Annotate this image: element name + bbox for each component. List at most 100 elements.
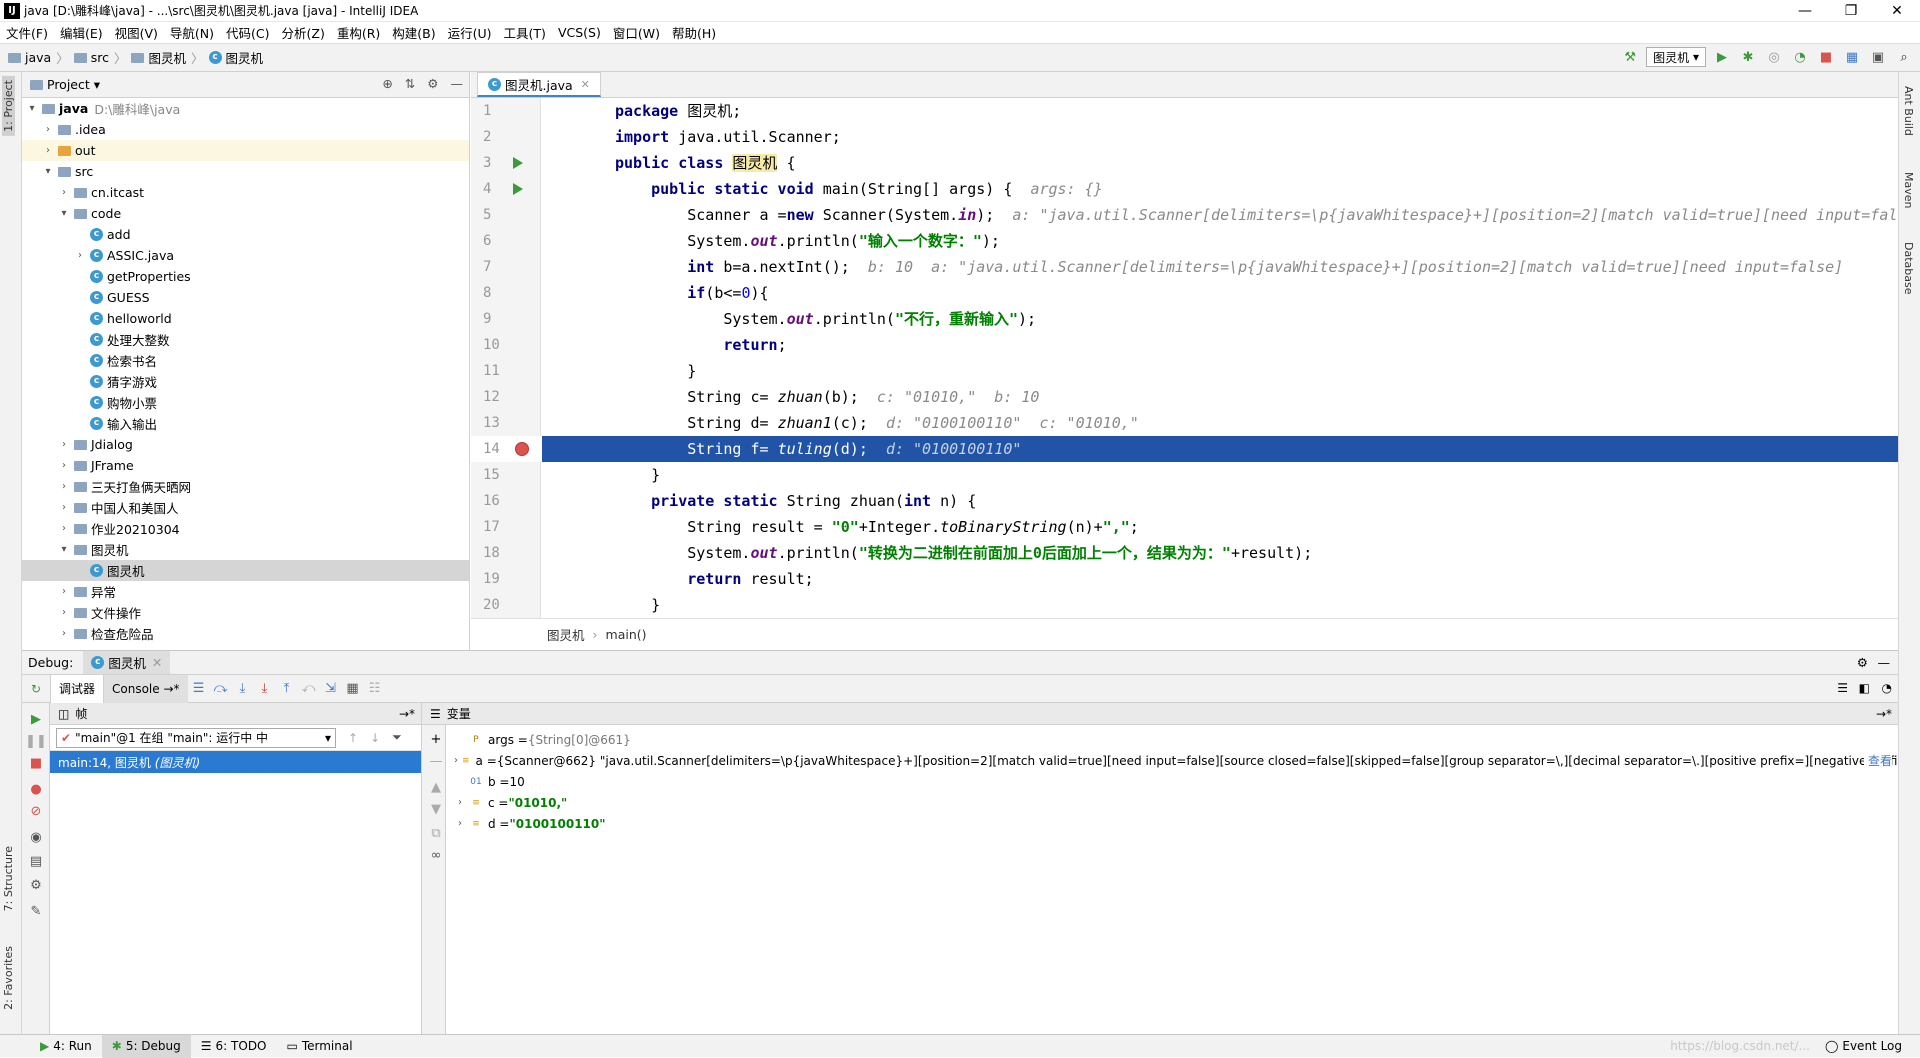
glasses-icon[interactable]: ∞: [426, 845, 446, 865]
tree-item[interactable]: › 检查危险品: [22, 623, 469, 644]
pause-icon[interactable]: ❚❚: [25, 731, 47, 751]
debug-bug-icon[interactable]: ✱: [1738, 47, 1758, 67]
line-gutter[interactable]: 1 2 3 4 5 6 7 8 9 10 11 12 13 14 15 16 1…: [471, 98, 541, 618]
project-header-label[interactable]: Project: [47, 77, 90, 92]
close-icon[interactable]: ✕: [1874, 0, 1920, 22]
database-side-tab[interactable]: Database: [1902, 242, 1915, 295]
chevron-right-icon[interactable]: ›: [58, 607, 70, 618]
favorites-side-tab[interactable]: 2: Favorites: [2, 942, 15, 1014]
chevron-right-icon[interactable]: ›: [58, 523, 70, 534]
run-config-select[interactable]: 图灵机 ▾: [1646, 47, 1706, 67]
rerun-icon[interactable]: ↻: [22, 675, 50, 703]
variable-row[interactable]: 01 b = 10: [446, 771, 1898, 792]
thread-select[interactable]: ✔ "main"@1 在组 "main": 运行中 中 ▾: [56, 727, 336, 748]
tree-item[interactable]: › JFrame: [22, 455, 469, 476]
stop-icon[interactable]: ■: [26, 753, 46, 773]
run-gutter-icon[interactable]: [513, 183, 523, 195]
menu-help[interactable]: 帮助(H): [666, 23, 722, 42]
hide-icon[interactable]: —: [451, 76, 464, 91]
profile-icon[interactable]: ◔: [1790, 47, 1810, 67]
menu-code[interactable]: 代码(C): [220, 23, 275, 42]
menu-tools[interactable]: 工具(T): [498, 23, 552, 42]
mute-breakpoints-icon[interactable]: ⊘: [26, 801, 46, 821]
filter-icon[interactable]: ⏷: [392, 730, 402, 745]
tree-item[interactable]: › .idea: [22, 119, 469, 140]
variable-row[interactable]: › ≡ a = {Scanner@662} "java.util.Scanner[d…: [446, 750, 1898, 771]
duplicate-icon[interactable]: ⧉: [426, 823, 446, 843]
add-watch-icon[interactable]: +: [426, 729, 446, 749]
step-out-icon[interactable]: ⤒: [276, 678, 298, 700]
show-execution-point-icon[interactable]: ☰: [188, 678, 210, 700]
trace-icon[interactable]: ☷: [364, 678, 386, 700]
chevron-right-icon[interactable]: ›: [58, 628, 70, 639]
debug-tool-tab[interactable]: ✱ 5: Debug: [101, 1034, 191, 1058]
pane-options-icon[interactable]: →*: [399, 707, 415, 721]
memory-icon[interactable]: ◔: [1882, 681, 1892, 695]
menu-file[interactable]: 文件(F): [0, 23, 54, 42]
run-gutter-icon[interactable]: [513, 157, 523, 169]
chevron-right-icon[interactable]: ›: [42, 124, 54, 135]
tree-item[interactable]: c GUESS: [22, 287, 469, 308]
collapse-icon[interactable]: ⇅: [405, 76, 415, 91]
tab-console[interactable]: Console →*: [104, 674, 188, 703]
tree-item[interactable]: c 猜字游戏: [22, 371, 469, 392]
stop-icon[interactable]: ■: [1816, 47, 1836, 67]
menu-refactor[interactable]: 重构(R): [331, 23, 386, 42]
maven-side-tab[interactable]: Maven: [1902, 172, 1915, 208]
force-step-into-icon[interactable]: ⤓: [254, 678, 276, 700]
tree-item[interactable]: c 图灵机: [22, 560, 469, 581]
project-side-tab[interactable]: 1: Project: [2, 76, 15, 136]
camera-icon[interactable]: ◉: [26, 827, 46, 847]
view-breakpoints-icon[interactable]: ●: [26, 779, 46, 799]
coverage-icon[interactable]: ◎: [1764, 47, 1784, 67]
run-to-cursor-icon[interactable]: ⇲: [320, 678, 342, 700]
chevron-down-icon[interactable]: ▾: [26, 103, 38, 114]
tree-item[interactable]: › Jdialog: [22, 434, 469, 455]
resume-icon[interactable]: ▶: [26, 709, 46, 729]
tree-item[interactable]: c add: [22, 224, 469, 245]
menu-window[interactable]: 窗口(W): [607, 23, 666, 42]
layout-icon[interactable]: ▤: [26, 851, 46, 871]
maximize-icon[interactable]: ❐: [1828, 0, 1874, 22]
settings-gear-icon[interactable]: ⚙: [26, 875, 46, 895]
up-arrow-icon[interactable]: ↑: [348, 731, 358, 745]
tree-item[interactable]: › 三天打鱼俩天晒网: [22, 476, 469, 497]
chevron-down-icon[interactable]: ▾: [58, 544, 70, 555]
restore-layout-icon[interactable]: ◧: [1859, 681, 1870, 695]
menu-view[interactable]: 视图(V): [109, 23, 164, 42]
breadcrumb-method[interactable]: main(): [606, 627, 647, 642]
step-over-icon[interactable]: ⤼: [210, 678, 232, 700]
down-arrow-icon[interactable]: ↓: [370, 731, 380, 745]
menu-navigate[interactable]: 导航(N): [164, 23, 220, 42]
tree-item[interactable]: ▾ java D:\雕科峰\java: [22, 98, 469, 119]
chevron-right-icon[interactable]: ›: [58, 481, 70, 492]
debug-session-tab[interactable]: c 图灵机 ✕: [83, 651, 171, 674]
layout-icon[interactable]: ▣: [1868, 47, 1888, 67]
chevron-right-icon[interactable]: ›: [74, 250, 86, 261]
close-session-icon[interactable]: ✕: [152, 655, 162, 670]
evaluate-expression-icon[interactable]: ▦: [342, 678, 364, 700]
view-link[interactable]: 查看: [1863, 752, 1892, 769]
menu-edit[interactable]: 编辑(E): [54, 23, 109, 42]
run-icon[interactable]: ▶: [1712, 47, 1732, 67]
crumb-package[interactable]: 图灵机: [148, 48, 186, 67]
tree-item[interactable]: › 作业20210304: [22, 518, 469, 539]
menu-run[interactable]: 运行(U): [442, 23, 498, 42]
chevron-right-icon[interactable]: ›: [58, 439, 70, 450]
search-icon[interactable]: ⌕: [1894, 47, 1914, 67]
chevron-right-icon[interactable]: ›: [58, 460, 70, 471]
todo-tool-tab[interactable]: ☰ 6: TODO: [191, 1035, 277, 1058]
terminal-tool-tab[interactable]: ▭ Terminal: [277, 1035, 363, 1058]
tree-item[interactable]: › 异常: [22, 581, 469, 602]
chevron-right-icon[interactable]: ›: [58, 187, 70, 198]
close-tab-icon[interactable]: ✕: [581, 78, 590, 91]
chevron-right-icon[interactable]: ›: [58, 586, 70, 597]
tree-item[interactable]: › 中国人和美国人: [22, 497, 469, 518]
variable-row[interactable]: › ≡ c = "01010,": [446, 792, 1898, 813]
tree-item[interactable]: c 处理大整数: [22, 329, 469, 350]
variable-row[interactable]: › ≡ d = "0100100110": [446, 813, 1898, 834]
tree-item[interactable]: › out: [22, 140, 469, 161]
tree-item[interactable]: › 文件操作: [22, 602, 469, 623]
variable-row[interactable]: Pargs = {String[0]@661}: [446, 729, 1898, 750]
step-into-icon[interactable]: ⤓: [232, 678, 254, 700]
